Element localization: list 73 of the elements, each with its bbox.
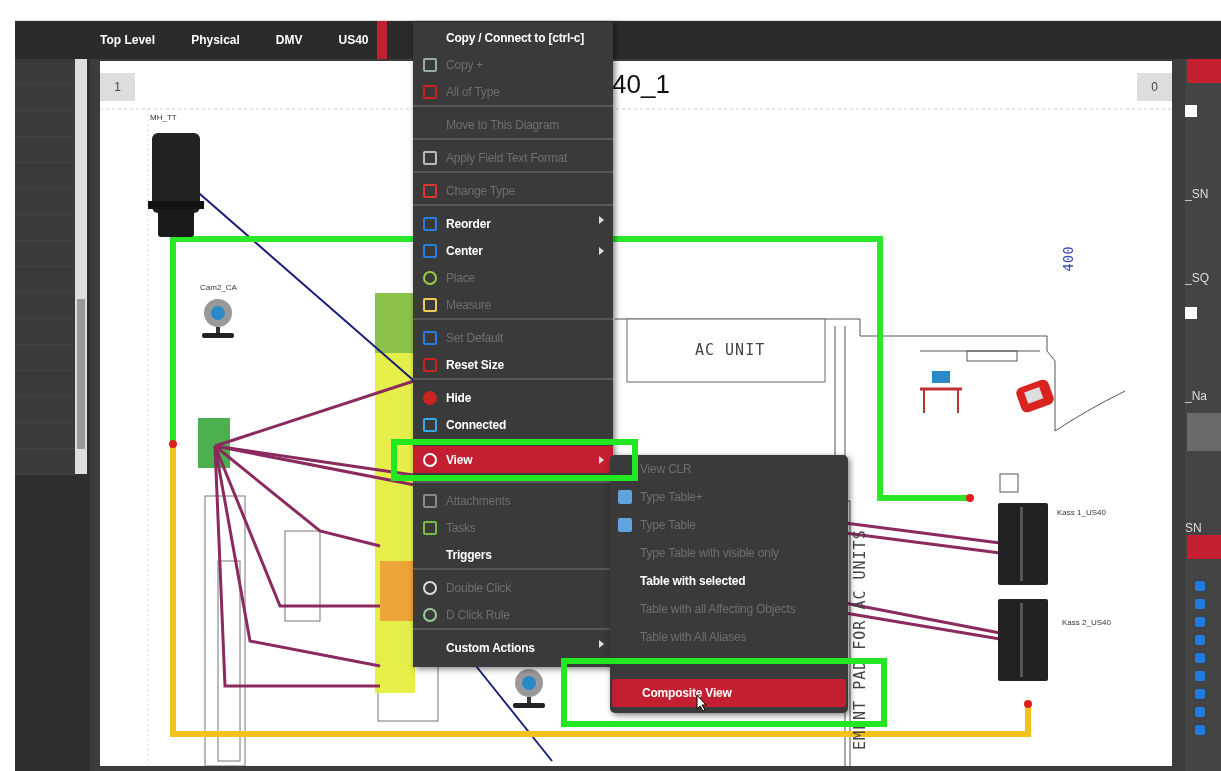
sidebar-row[interactable] bbox=[15, 85, 75, 111]
submenu-arrow-icon bbox=[599, 216, 604, 224]
sidebar-row[interactable] bbox=[15, 215, 75, 241]
checkbox[interactable] bbox=[1195, 599, 1205, 609]
sidebar-row[interactable] bbox=[15, 189, 75, 215]
menu-item[interactable]: Composite View bbox=[612, 679, 846, 707]
menu-item[interactable]: Reorder bbox=[413, 204, 613, 237]
field-label: SN bbox=[1185, 521, 1203, 535]
checkbox[interactable] bbox=[1185, 105, 1197, 117]
server-icon bbox=[998, 503, 1048, 585]
cylinder-device-icon bbox=[148, 133, 204, 237]
sidebar-row[interactable] bbox=[15, 111, 75, 137]
panel-header-bar bbox=[1187, 535, 1221, 559]
checkbox[interactable] bbox=[1195, 635, 1205, 645]
field-label: _SN bbox=[1185, 187, 1210, 201]
device-label: Kass 1_US40 bbox=[1057, 508, 1106, 517]
panel-header-bar bbox=[1187, 59, 1221, 83]
checkbox[interactable] bbox=[1195, 689, 1205, 699]
counter-box: 0 bbox=[1137, 73, 1172, 101]
scrollbar-thumb[interactable] bbox=[77, 299, 85, 449]
device-label: MH_TT bbox=[150, 113, 177, 122]
sidebar-row[interactable] bbox=[15, 397, 75, 423]
webcam-icon bbox=[513, 669, 545, 708]
small-box-icon bbox=[999, 473, 1019, 493]
diagram-tab[interactable]: DMV bbox=[275, 21, 339, 59]
field-label: _Na bbox=[1185, 389, 1208, 403]
menu-item[interactable]: Hide bbox=[413, 378, 613, 411]
sidebar-row[interactable] bbox=[15, 319, 75, 345]
sidebar-row[interactable] bbox=[15, 59, 75, 85]
sidebar-row[interactable] bbox=[15, 371, 75, 397]
endpoint-dot bbox=[1024, 700, 1032, 708]
sidebar-row[interactable] bbox=[15, 423, 75, 449]
dimension-label: 400 bbox=[1059, 246, 1076, 272]
endpoint-dot bbox=[169, 440, 177, 448]
field-label: _SQ bbox=[1185, 271, 1210, 285]
checkbox[interactable] bbox=[1195, 707, 1205, 717]
checkbox[interactable] bbox=[1195, 725, 1205, 735]
device-label: Cam2_CA bbox=[200, 283, 237, 292]
menu-item[interactable]: Triggers bbox=[413, 541, 613, 568]
checkbox[interactable] bbox=[1195, 581, 1205, 591]
diagram-title: 40_1 bbox=[612, 69, 670, 100]
sidebar-row[interactable] bbox=[15, 241, 75, 267]
menu-item[interactable]: Table with selected bbox=[610, 567, 848, 595]
desk-computer-icon bbox=[920, 371, 962, 414]
panel-band bbox=[1187, 413, 1221, 451]
submenu-arrow-icon bbox=[599, 640, 604, 648]
scrollbar[interactable] bbox=[75, 59, 87, 474]
menu-item[interactable]: View bbox=[413, 446, 613, 473]
device-label: Kass 2_US40 bbox=[1062, 618, 1111, 627]
sidebar-row[interactable] bbox=[15, 137, 75, 163]
dot-icon bbox=[422, 390, 437, 405]
endpoint-dot bbox=[966, 494, 974, 502]
ac-unit-label: AC UNIT bbox=[695, 341, 766, 359]
menu-item[interactable]: Center bbox=[413, 237, 613, 264]
checkbox[interactable] bbox=[1195, 653, 1205, 663]
webcam-icon bbox=[202, 299, 234, 338]
checkbox[interactable] bbox=[1185, 307, 1197, 319]
diagram-tab[interactable]: Physical bbox=[191, 21, 276, 59]
sidebar-row[interactable] bbox=[15, 293, 75, 319]
submenu-arrow-icon bbox=[599, 456, 604, 464]
menu-item[interactable]: Reset Size bbox=[413, 351, 613, 378]
sidebar-row[interactable] bbox=[15, 163, 75, 189]
menu-item[interactable]: Connected bbox=[413, 411, 613, 438]
checkbox[interactable] bbox=[1195, 617, 1205, 627]
diagram-tab[interactable]: Top Level bbox=[100, 21, 192, 59]
checkbox[interactable] bbox=[1195, 671, 1205, 681]
menu-item[interactable]: Copy / Connect to [ctrl-c] bbox=[413, 24, 613, 51]
server-icon bbox=[998, 599, 1048, 681]
submenu-arrow-icon bbox=[599, 247, 604, 255]
sidebar-row[interactable] bbox=[15, 345, 75, 371]
sidebar-row[interactable] bbox=[15, 267, 75, 293]
sidebar-row[interactable] bbox=[15, 449, 75, 475]
page-number: 1 bbox=[100, 73, 135, 101]
